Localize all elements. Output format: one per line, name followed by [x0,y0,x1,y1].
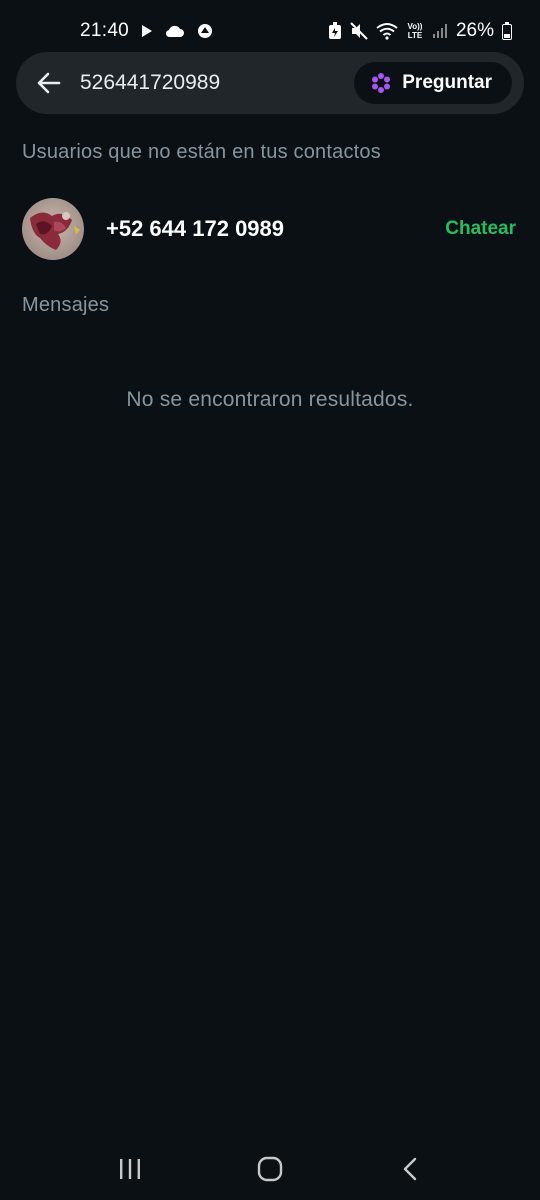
status-right: Vo)) LTE 26% [328,20,512,42]
search-input[interactable] [80,71,355,95]
back-icon [403,1157,417,1181]
cloud-icon [165,24,185,38]
nav-back-button[interactable] [380,1149,440,1189]
ask-button-label: Preguntar [402,72,492,93]
chat-button[interactable]: Chatear [445,218,516,240]
ask-meta-ai-button[interactable]: Preguntar [354,62,512,104]
volte-icon: Vo)) LTE [406,22,424,40]
contact-phone-number: +52 644 172 0989 [106,216,285,241]
signal-icon [432,23,448,39]
recent-apps-icon [120,1159,140,1179]
sync-icon [197,23,213,39]
non-contacts-section-title: Usuarios que no están en tus contactos [22,141,381,163]
battery-icon [502,22,512,40]
messages-section-title: Mensajes [22,294,110,316]
battery-saver-icon [328,22,342,40]
home-icon [257,1156,283,1182]
search-screen: 21:40 Vo)) LTE 26% 526441720989 Pregunta… [0,0,540,1200]
volte-text: Vo)) LTE [407,22,423,40]
search-bar: Preguntar [16,52,524,114]
meta-ai-icon [372,73,391,93]
wifi-icon [376,22,398,40]
avatar [22,198,84,260]
contact-result-row[interactable]: +52 644 172 0989 Chatear [0,196,540,262]
play-icon [141,24,153,38]
status-time: 21:40 [80,20,130,41]
system-nav-bar [0,1138,540,1200]
recent-apps-button[interactable] [100,1149,160,1189]
battery-percent: 26% [455,20,494,41]
no-results-text: No se encontraron resultados. [126,388,414,411]
arrow-left-icon [37,72,61,94]
home-button[interactable] [240,1149,300,1189]
mute-icon [350,22,368,40]
status-left: 21:40 [80,20,213,42]
back-button[interactable] [36,70,62,96]
